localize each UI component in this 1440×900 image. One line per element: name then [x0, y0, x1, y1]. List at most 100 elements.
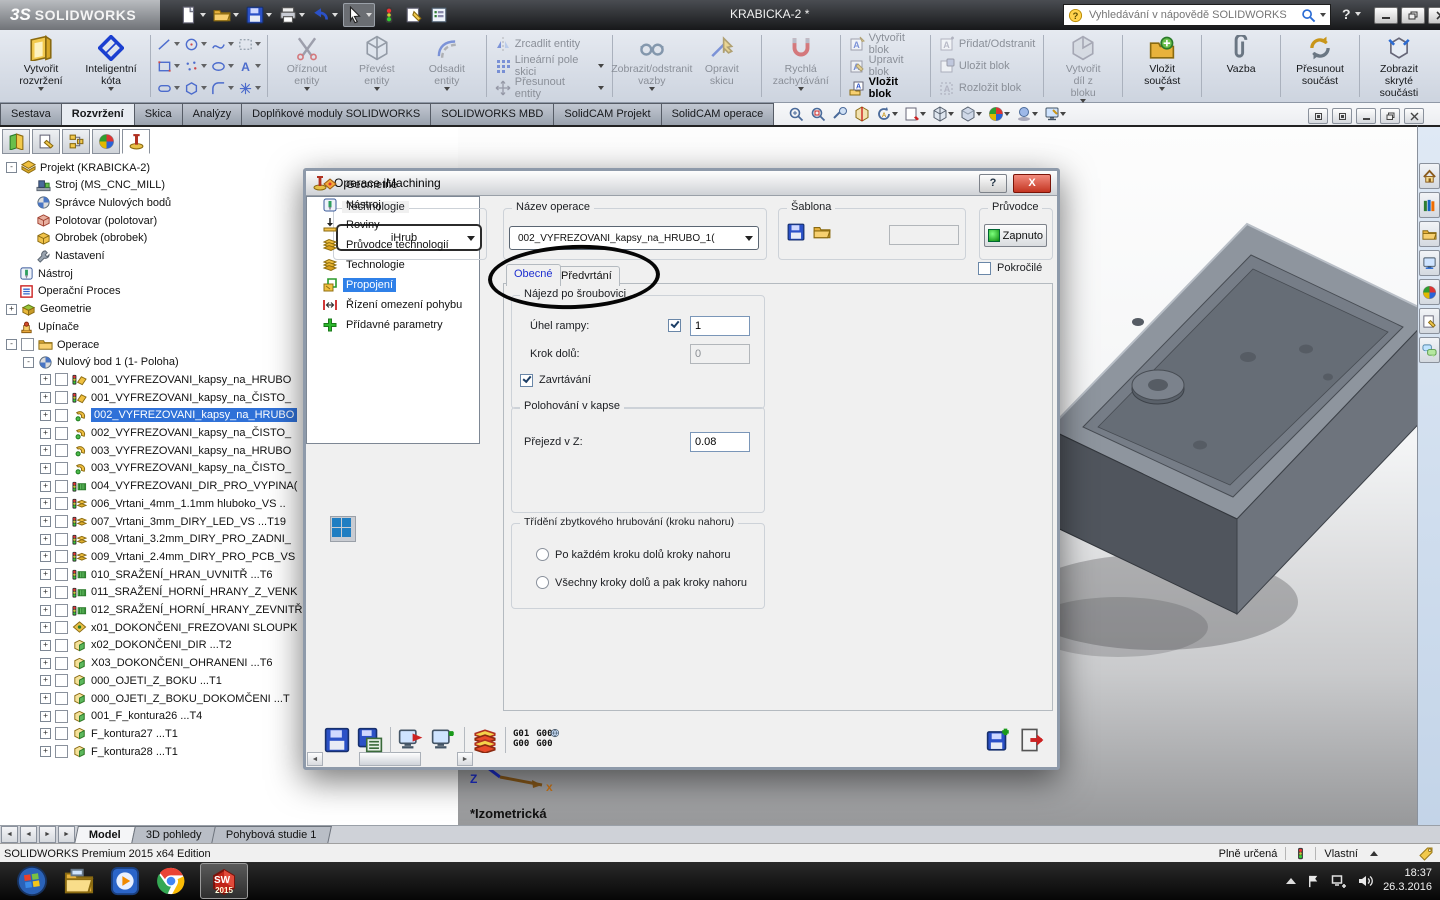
tree-item[interactable]: Polotovar (polotovar): [23, 212, 157, 229]
search-options-caret-icon[interactable]: [1320, 13, 1326, 17]
tree-item-checkbox[interactable]: [55, 497, 68, 510]
dropdown-caret-icon[interactable]: [374, 87, 380, 91]
start-button[interactable]: [16, 865, 48, 897]
dropdown-caret-icon[interactable]: [228, 42, 234, 46]
close-button[interactable]: [1428, 7, 1440, 24]
ribbon-button[interactable]: Vazba: [1206, 32, 1276, 100]
tree-item-checkbox[interactable]: [55, 692, 68, 705]
home-pane-button[interactable]: [1419, 163, 1440, 189]
tree-item-checkbox[interactable]: [55, 586, 68, 599]
dropdown-caret-icon[interactable]: [649, 87, 655, 91]
tab-skica[interactable]: Skica: [134, 103, 183, 125]
zoom-area-button[interactable]: [810, 106, 826, 122]
dialog-tree-item[interactable]: Geometrie: [308, 175, 400, 195]
forum-pane-button[interactable]: [1419, 337, 1440, 363]
dropdown-caret-icon[interactable]: [332, 13, 338, 17]
select-button[interactable]: [343, 3, 375, 27]
points-tool[interactable]: [182, 55, 209, 77]
dialog-tree-item[interactable]: Nástroj: [308, 195, 384, 215]
custom-properties-pane-button[interactable]: [1419, 308, 1440, 334]
expand-icon[interactable]: +: [40, 428, 51, 439]
text-tool[interactable]: A: [236, 55, 263, 77]
dialog-tree-item[interactable]: Průvodce technologií: [308, 235, 452, 255]
dropdown-caret-icon[interactable]: [948, 112, 954, 116]
dropdown-caret-icon[interactable]: [200, 13, 206, 17]
expand-icon[interactable]: +: [40, 463, 51, 474]
tree-item-checkbox[interactable]: [55, 444, 68, 457]
view-orientation-button[interactable]: [932, 106, 954, 122]
doc-nav-prev[interactable]: ◄: [20, 826, 37, 843]
new-doc-button[interactable]: [178, 4, 208, 26]
explorer-taskbar-icon[interactable]: [64, 866, 94, 896]
sort-option-2-radio[interactable]: [536, 576, 549, 589]
tree-item[interactable]: +002_VYFREZOVANI_kapsy_na_HRUBO: [40, 407, 297, 424]
tree-item[interactable]: -Operace: [6, 336, 99, 353]
tree-item[interactable]: -Nulový bod 1 (1- Poloha): [23, 354, 179, 371]
dropdown-caret-icon[interactable]: [201, 42, 207, 46]
tab-rozvr-en-[interactable]: Rozvržení: [61, 103, 135, 125]
tree-item[interactable]: +006_Vrtani_4mm_1.1mm hluboko_VS ..: [40, 495, 286, 512]
network-icon[interactable]: [1331, 873, 1347, 889]
design-library-pane-button[interactable]: [1419, 221, 1440, 247]
ribbon-button[interactable]: Vytvořit rozvržení: [6, 32, 76, 100]
rotate-view-button[interactable]: A: [876, 106, 898, 122]
collapse-icon[interactable]: -: [23, 357, 34, 368]
slot-tool[interactable]: [155, 77, 182, 99]
help-menu[interactable]: ?: [1342, 6, 1361, 22]
tab-solidcam-operace[interactable]: SolidCAM operace: [661, 103, 775, 125]
save-button[interactable]: [324, 727, 350, 753]
doc-nav-next[interactable]: ►: [39, 826, 56, 843]
exit-button[interactable]: [1019, 727, 1045, 753]
tree-item-checkbox[interactable]: [55, 568, 68, 581]
configuration-tab[interactable]: [62, 129, 90, 154]
tree-item[interactable]: +001_VYFREZOVANI_kapsy_na_ČISTO_: [40, 389, 291, 406]
dropdown-caret-icon[interactable]: [255, 42, 261, 46]
tree-item[interactable]: +X03_DOKONČENI_OHRANENI ...T6: [40, 655, 273, 672]
tab-sestava[interactable]: Sestava: [0, 103, 62, 125]
expand-icon[interactable]: +: [40, 587, 51, 598]
dropdown-caret-icon[interactable]: [1032, 112, 1038, 116]
options-button[interactable]: [428, 4, 450, 26]
ribbon-button[interactable]: AVložit blok: [845, 78, 926, 98]
advanced-checkbox[interactable]: [978, 262, 991, 275]
tree-item-checkbox[interactable]: [55, 409, 68, 422]
tree-item[interactable]: +004_VYFREZOVANI_DIR_PRO_VYPINA(: [40, 478, 297, 495]
dropdown-caret-icon[interactable]: [108, 87, 114, 91]
dropdown-caret-icon[interactable]: [38, 87, 44, 91]
expand-icon[interactable]: +: [40, 410, 51, 421]
tree-item[interactable]: Upínače: [6, 318, 79, 335]
ribbon-button[interactable]: Zrcadlit entity: [491, 34, 608, 54]
ribbon-button[interactable]: Zobrazit/odstranit vazby: [617, 32, 687, 100]
expand-icon[interactable]: +: [40, 374, 51, 385]
tree-item[interactable]: Obrobek (obrobek): [23, 230, 147, 247]
ribbon-button[interactable]: Rychlá zachytávání: [766, 32, 836, 100]
tray-clock[interactable]: 18:37 26.3.2016: [1383, 867, 1432, 895]
expand-icon[interactable]: +: [40, 622, 51, 633]
gcode-generate-label[interactable]: G01 G00: [513, 730, 529, 750]
collapse-icon[interactable]: -: [6, 339, 17, 350]
ribbon-button[interactable]: Opravit skicu: [687, 32, 757, 100]
ribbon-button[interactable]: Zobrazit skryté součásti: [1364, 32, 1434, 100]
lasso-tool[interactable]: [236, 33, 263, 55]
template-save-icon[interactable]: [787, 223, 805, 241]
expand-icon[interactable]: +: [40, 569, 51, 580]
dropdown-caret-icon[interactable]: [598, 86, 604, 90]
ramp-angle-checkbox[interactable]: [668, 319, 681, 332]
tree-item[interactable]: Stroj (MS_CNC_MILL): [23, 177, 165, 194]
star-tool[interactable]: [236, 77, 263, 99]
doc-tab-model[interactable]: Model: [74, 826, 136, 844]
save-calc-button[interactable]: [357, 727, 383, 753]
dimxpert-tab[interactable]: [92, 129, 120, 154]
tree-item[interactable]: +x02_DOKONČENI_DIR ...T2: [40, 637, 232, 654]
child-minimize-button[interactable]: [1356, 108, 1376, 124]
tree-item-checkbox[interactable]: [55, 674, 68, 687]
tree-item[interactable]: +001_VYFREZOVANI_kapsy_na_HRUBO: [40, 371, 291, 388]
traffic-light-button[interactable]: [378, 4, 400, 26]
tree-item-checkbox[interactable]: [55, 373, 68, 386]
sort-option-1-radio[interactable]: [536, 548, 549, 561]
search-icon[interactable]: [1301, 8, 1316, 23]
tree-item[interactable]: +F_kontura27 ...T1: [40, 725, 178, 742]
save-button[interactable]: [244, 4, 274, 26]
dropdown-caret-icon[interactable]: [174, 42, 180, 46]
tree-item-checkbox[interactable]: [55, 550, 68, 563]
